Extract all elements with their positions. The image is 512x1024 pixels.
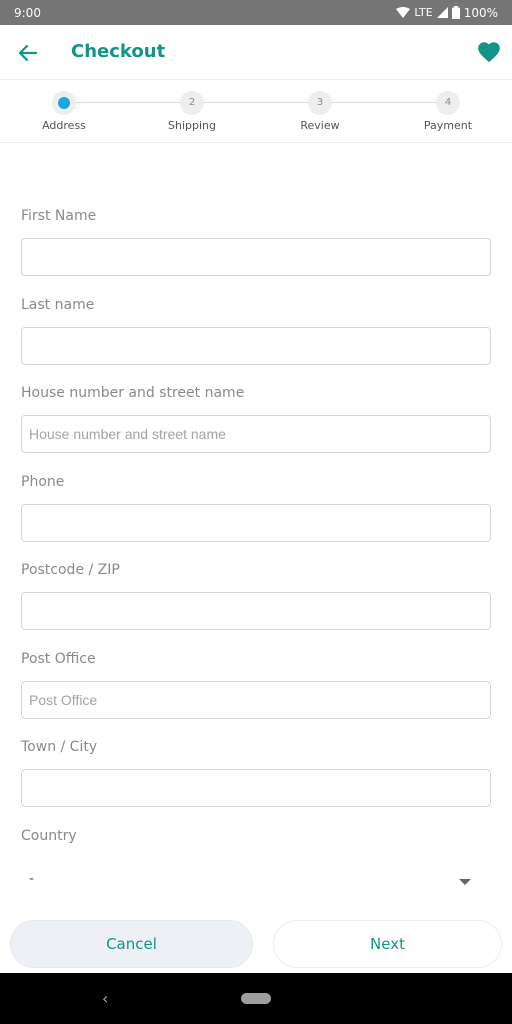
cancel-button[interactable]: Cancel <box>10 920 253 968</box>
step-payment[interactable]: 4 Payment <box>403 91 493 132</box>
status-bar: 9:00 LTE 100% <box>0 0 512 25</box>
last-name-input[interactable] <box>21 327 491 365</box>
town-label: Town / City <box>21 739 98 755</box>
back-button[interactable] <box>14 39 42 67</box>
stepper-line <box>64 102 448 103</box>
battery-icon <box>451 6 460 19</box>
step-review[interactable]: 3 Review <box>275 91 365 132</box>
country-label: Country <box>21 828 77 844</box>
post-office-label: Post Office <box>21 651 96 667</box>
step-label: Shipping <box>168 119 216 132</box>
status-time: 9:00 <box>14 5 41 20</box>
first-name-input[interactable] <box>21 238 491 276</box>
network-type: LTE <box>414 6 433 19</box>
post-office-field: Post Office <box>21 651 491 719</box>
postcode-input[interactable] <box>21 592 491 630</box>
last-name-label: Last name <box>21 297 95 313</box>
step-label: Payment <box>423 119 473 132</box>
street-field: House number and street name <box>21 385 491 453</box>
step-indicator: 2 <box>180 91 204 115</box>
phone-label: Phone <box>21 474 65 490</box>
step-indicator: 3 <box>308 91 332 115</box>
app-bar: Checkout <box>0 25 512 80</box>
nav-back-icon[interactable]: ‹ <box>102 989 108 1008</box>
first-name-field: First Name <box>21 208 491 276</box>
country-field: Country <box>21 828 491 848</box>
step-label: Address <box>42 119 86 132</box>
postcode-label: Postcode / ZIP <box>21 562 120 578</box>
home-pill-icon[interactable] <box>241 993 271 1004</box>
arrow-left-icon <box>18 44 38 62</box>
page-title: Checkout <box>71 41 166 62</box>
next-button[interactable]: Next <box>273 920 502 968</box>
country-selected-value: - <box>29 871 35 887</box>
step-indicator-active <box>52 91 76 115</box>
step-shipping[interactable]: 2 Shipping <box>147 91 237 132</box>
wifi-icon <box>396 7 411 18</box>
street-input[interactable] <box>21 415 491 453</box>
post-office-input[interactable] <box>21 681 491 719</box>
dropdown-caret-icon <box>459 879 471 885</box>
signal-icon <box>436 7 448 18</box>
step-address[interactable]: Address <box>19 91 109 132</box>
street-label: House number and street name <box>21 385 245 401</box>
country-select[interactable]: - <box>21 867 491 895</box>
town-input[interactable] <box>21 769 491 807</box>
battery-level: 100% <box>463 5 498 20</box>
first-name-label: First Name <box>21 208 97 224</box>
system-nav-bar: ‹ <box>0 973 512 1024</box>
postcode-field: Postcode / ZIP <box>21 562 491 630</box>
status-icons: LTE 100% <box>396 6 498 20</box>
phone-field: Phone <box>21 474 491 542</box>
step-indicator: 4 <box>436 91 460 115</box>
heart-icon <box>478 42 500 63</box>
checkout-stepper: Address 2 Shipping 3 Review 4 Payment <box>0 81 512 143</box>
phone-input[interactable] <box>21 504 491 542</box>
town-field: Town / City <box>21 739 491 807</box>
step-label: Review <box>300 119 340 132</box>
favorite-button[interactable] <box>476 39 502 65</box>
last-name-field: Last name <box>21 297 491 365</box>
footer-actions: Cancel Next <box>0 910 512 973</box>
